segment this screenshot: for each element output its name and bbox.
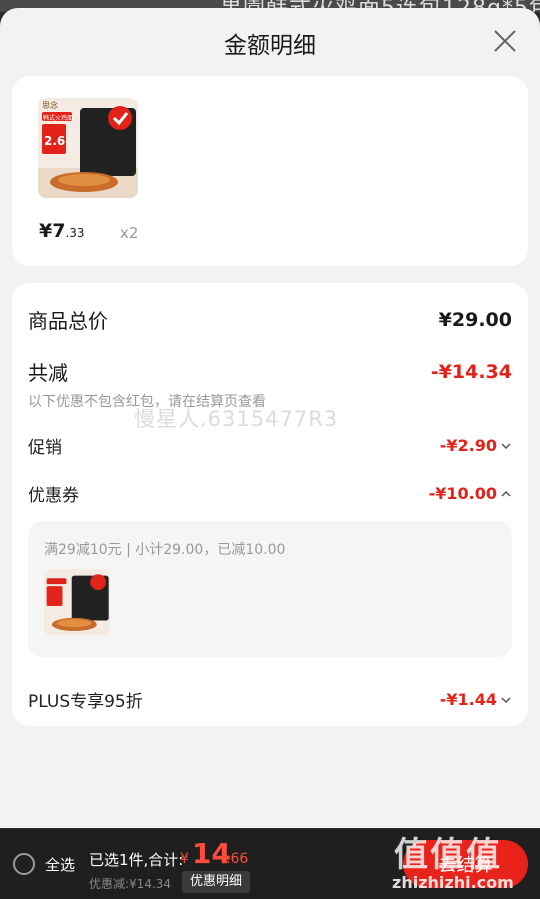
product-image[interactable]: 思念 韩式火鸡面 2.6 <box>38 98 138 198</box>
discount-detail-button[interactable]: 优惠明细 <box>182 871 251 893</box>
selection-summary: 已选1件,合计: <box>89 851 184 869</box>
plus-label: PLUS专享95折 <box>28 692 143 712</box>
checkout-bar: 全选 已选1件,合计: ¥ 14 .66 优惠减:¥14.34 优惠明细 去结算… <box>0 829 540 899</box>
coupon-product-image <box>44 569 110 635</box>
user-watermark: 慢星人.6315477R3 <box>134 407 339 431</box>
total-value: ¥29.00 <box>438 308 512 331</box>
chevron-down-icon <box>501 442 511 449</box>
reduction-label: 共减 <box>28 361 68 385</box>
row-total: 商品总价 ¥29.00 <box>28 305 512 334</box>
row-coupon[interactable]: 优惠券 -¥10.00 <box>28 481 512 506</box>
discount-summary: 优惠减:¥14.34 <box>89 877 172 891</box>
coupon-value: -¥10.00 <box>428 484 497 503</box>
product-brand-text: 思念 <box>42 101 58 110</box>
product-promo-price: 2.6 <box>44 134 66 148</box>
coupon-label: 优惠券 <box>28 486 79 506</box>
coupon-detail-text: 满29减10元 | 小计29.00，已减10.00 <box>44 542 286 558</box>
price-breakdown-card: 商品总价 ¥29.00 共减 -¥14.34 以下优惠不包含红包，请在结算页查看… <box>12 283 528 726</box>
promotion-label: 促销 <box>28 438 62 458</box>
product-tag-text: 韩式火鸡面 <box>43 115 74 122</box>
total-amount-dec: .66 <box>226 851 249 867</box>
amount-detail-sheet: 金额明细 思念 韩式火鸡面 2.6 ¥7.33 x2 商品总价 ¥29.00 共… <box>0 8 540 828</box>
coupon-detail-box: 满29减10元 | 小计29.00，已减10.00 <box>28 521 512 657</box>
sheet-title: 金额明细 <box>224 33 316 59</box>
promotion-value: -¥2.90 <box>439 436 497 455</box>
coupon-amount[interactable]: -¥10.00 <box>429 484 512 503</box>
checkout-button[interactable]: 去结算 <box>403 840 528 888</box>
product-unit-price: ¥7.33 <box>39 220 85 242</box>
row-plus-discount[interactable]: PLUS专享95折 -¥1.44 <box>28 687 512 712</box>
select-all-checkbox[interactable] <box>13 853 35 875</box>
reduction-value: -¥14.34 <box>430 360 512 383</box>
total-label: 商品总价 <box>28 309 108 333</box>
plus-amount[interactable]: -¥1.44 <box>440 690 512 709</box>
chevron-up-icon <box>501 490 511 497</box>
close-icon[interactable] <box>492 28 518 54</box>
checkout-label: 去结算 <box>438 855 493 876</box>
product-price-dec: .33 <box>65 226 85 240</box>
total-currency: ¥ <box>180 851 189 867</box>
row-reduction: 共减 -¥14.34 <box>28 357 512 386</box>
chevron-down-icon <box>501 696 511 703</box>
product-quantity: x2 <box>120 224 139 242</box>
product-list-card: 思念 韩式火鸡面 2.6 ¥7.33 x2 <box>12 76 528 266</box>
row-promotion[interactable]: 促销 -¥2.90 <box>28 433 512 458</box>
plus-value: -¥1.44 <box>439 690 497 709</box>
select-all-label[interactable]: 全选 <box>45 854 75 875</box>
promotion-amount[interactable]: -¥2.90 <box>440 436 512 455</box>
product-price-int: ¥7 <box>39 220 66 242</box>
